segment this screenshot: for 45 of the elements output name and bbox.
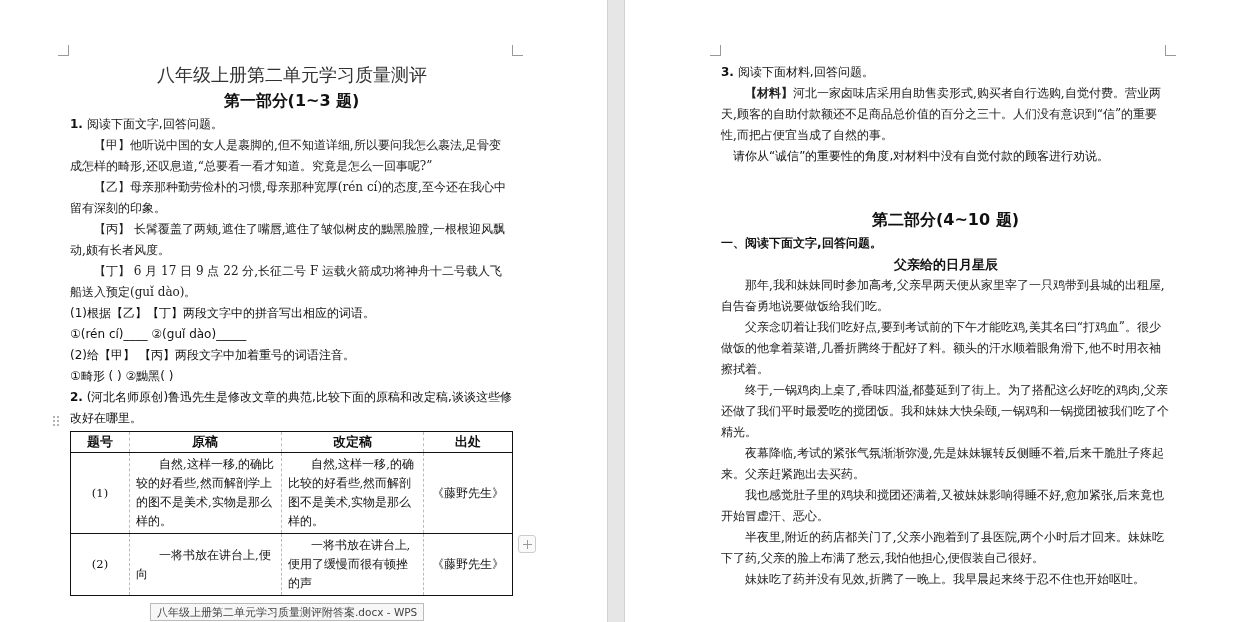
table-cell: 《藤野先生》 bbox=[423, 452, 513, 534]
table-cell: (1) bbox=[70, 452, 130, 534]
passage-text: 那年,我和妹妹同时参加高考,父亲早两天便从家里宰了一只鸡带到县城的出租屋,自告奋勇地说要做饭给我们吃。 bbox=[721, 277, 1166, 315]
question-text: (1)根据【乙】【丁】两段文字中的拼音写出相应的词语。 bbox=[70, 305, 376, 322]
corner-mark bbox=[512, 45, 523, 56]
part-heading: 第二部分(4~10 题) bbox=[871, 209, 1020, 231]
corner-mark bbox=[1165, 45, 1176, 56]
question-text: ①(rén cí)____ ②(guǐ dào)_____ bbox=[70, 326, 248, 343]
tooltip: 八年级上册第二单元学习质量测评附答案.docx - WPS bbox=[150, 603, 425, 621]
table-cell: 一将书放在讲台上,便用了缓慢而很有顿挫的声 bbox=[281, 533, 424, 596]
part-heading: 第一部分(1~3 题) bbox=[222, 90, 361, 112]
table-cell: 《藤野先生》 bbox=[423, 533, 513, 596]
corner-mark bbox=[58, 45, 69, 56]
question-text: (2)给【甲】 【丙】两段文字中加着重号的词语注音。 bbox=[70, 347, 356, 364]
table-cell: 自然,这样一移,的确比较的好看些,然而解剖学上的图不是美术,实物是那么样的。 bbox=[129, 452, 282, 534]
passage-text: 【丙】 长髯覆盖了两颊,遮住了嘴唇,遮住了皱似树皮的黝黑脸膛,一根根迎风飘动,颇有长者风度。 bbox=[70, 221, 507, 259]
table-cell: 一将书放在讲台上,便向 bbox=[129, 533, 282, 596]
passage-text: 父亲念叨着让我们吃好点,要到考试前的下午才能吃鸡,美其名曰“打鸡血”。很少做饭的他拿着菜谱,几番折腾终于配好了料。额头的汗水顺着眼角滑下,他不时用衣袖擦拭着。 bbox=[721, 319, 1162, 378]
passage-text: 半夜里,附近的药店都关门了,父亲小跑着到了县医院,两个小时后才回来。妹妹吃下了药,父亲的脸上布满了愁云,我怕他担心,便假装自己很好。 bbox=[721, 529, 1166, 567]
section-heading: 一、阅读下面文字,回答问题。 bbox=[721, 235, 883, 252]
passage-text: 【丁】 6 月 17 日 9 点 22 分,长征二号 F 运载火箭成功将神舟十二号载人飞船送入预定(guǐ dào)。 bbox=[70, 263, 504, 301]
passage-text: 【乙】母亲那种勤劳俭朴的习惯,母亲那种宽厚(rén cí)的态度,至今还在我心中留有深刻的印象。 bbox=[70, 179, 507, 217]
prompt-text: 请你从“诚信”的重要性的角度,对材料中没有自觉付款的顾客进行劝说。 bbox=[732, 148, 1111, 165]
column-header: 题号 bbox=[70, 431, 130, 453]
column-header: 出处 bbox=[423, 431, 513, 453]
column-header: 改定稿 bbox=[281, 431, 424, 453]
passage-text: 【材料】河北一家卤味店采用自助售卖形式,购买者自行选购,自觉付费。营业两天,顾客的自助付款额还不足商品总价值的百分之三十。人们没有意识到“信”的重要性,而把占便宜当成了自然的事。 bbox=[721, 85, 1162, 144]
question-text: ①畸形 ( ) ②黝黑( ) bbox=[70, 368, 175, 385]
passage-text: 夜幕降临,考试的紧张气氛渐渐弥漫,先是妹妹辗转反侧睡不着,后来干脆肚子疼起来。父亲赶紧跑出去买药。 bbox=[721, 445, 1166, 483]
question-text: 1. 阅读下面文字,回答问题。 bbox=[70, 116, 224, 133]
column-header: 原稿 bbox=[129, 431, 282, 453]
corner-mark bbox=[710, 45, 721, 56]
passage-text: 【甲】他听说中国的女人是裹脚的,但不知道详细,所以要问我怎么裹法,足骨变成怎样的畸形,还叹息道,“总要看一看才知道。究竟是怎么一回事呢?” bbox=[70, 137, 503, 175]
passage-text: 妹妹吃了药并没有见效,折腾了一晚上。我早晨起来终于忍不住也开始呕吐。 bbox=[744, 571, 1146, 588]
add-row-button[interactable] bbox=[518, 535, 536, 553]
passage-text: 我也感觉肚子里的鸡块和搅团还满着,又被妹妹影响得睡不好,愈加紧张,后来竟也开始冒虚汗、恶心。 bbox=[721, 487, 1166, 525]
plus-icon bbox=[522, 539, 532, 549]
drag-handle-icon[interactable] bbox=[52, 415, 60, 427]
passage-text: 终于,一锅鸡肉上桌了,香味四溢,都蔓延到了街上。为了搭配这么好吃的鸡肉,父亲还做了我们平时最爱吃的搅团饭。我和妹妹大快朵颐,一锅鸡和一锅搅团被我们吃了个精光。 bbox=[721, 382, 1170, 441]
table-cell: 自然,这样一移,的确比较的好看些,然而解剖图不是美术,实物是那么样的。 bbox=[281, 452, 424, 534]
document-title: 八年级上册第二单元学习质量测评 bbox=[155, 63, 428, 87]
question-text: 3. 阅读下面材料,回答问题。 bbox=[721, 64, 875, 81]
question-text: 2. (河北名师原创)鲁迅先生是修改文章的典范,比较下面的原稿和改定稿,谈谈这些修改好在哪里。 bbox=[70, 389, 513, 427]
story-title: 父亲给的日月星辰 bbox=[892, 256, 999, 274]
table-cell: (2) bbox=[70, 533, 130, 596]
